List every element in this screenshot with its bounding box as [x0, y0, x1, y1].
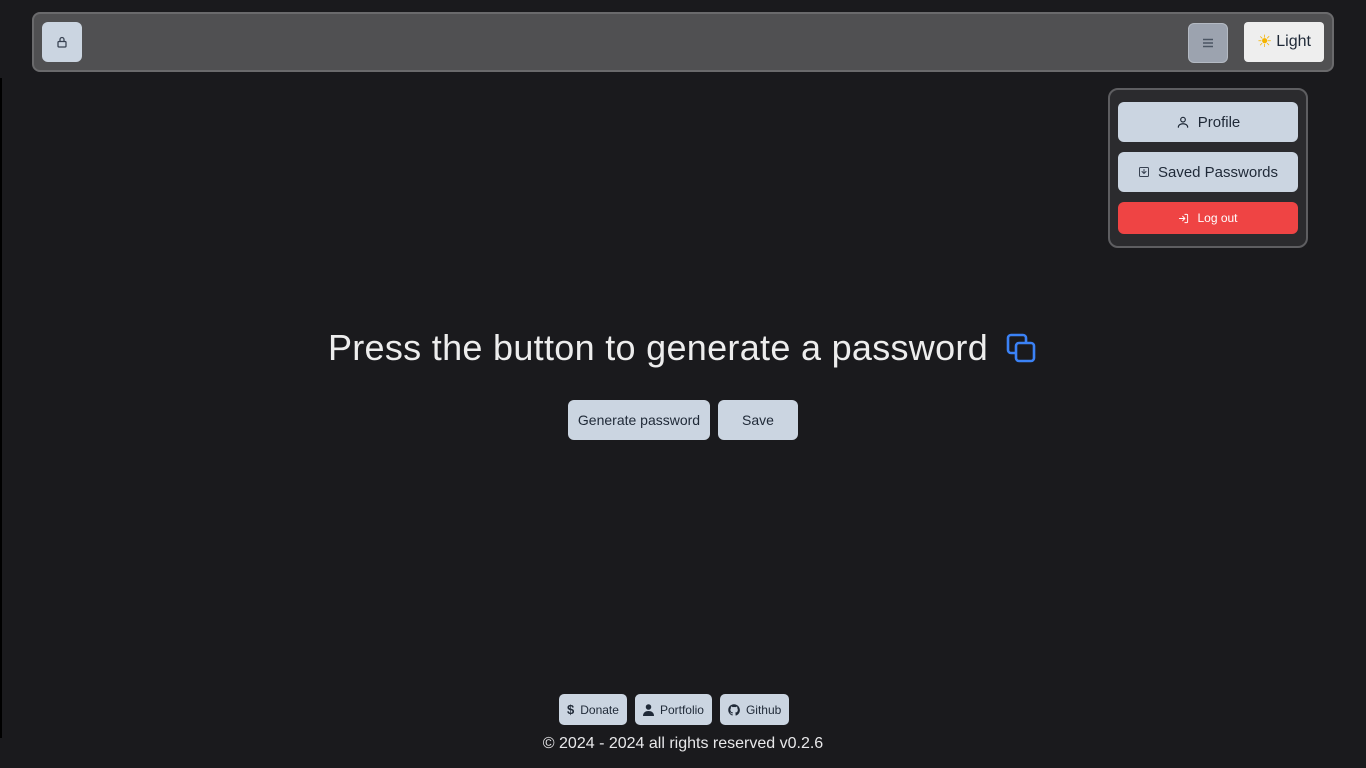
generate-password-button[interactable]: Generate password: [568, 400, 710, 440]
window-edge: [0, 78, 2, 738]
menu-toggle-button[interactable]: [1188, 23, 1228, 63]
menu-item-profile[interactable]: Profile: [1118, 102, 1298, 142]
user-dropdown-menu: Profile Saved Passwords Log out: [1108, 88, 1308, 248]
menu-item-logout[interactable]: Log out: [1118, 202, 1298, 234]
theme-toggle-button[interactable]: ☀ Light: [1244, 22, 1324, 62]
footer-link-label: Github: [745, 702, 782, 717]
copy-icon[interactable]: [1004, 331, 1038, 365]
top-navbar: ☀ Light: [32, 12, 1334, 72]
footer-link-label: Donate: [580, 702, 619, 717]
menu-item-saved-passwords[interactable]: Saved Passwords: [1118, 152, 1298, 192]
theme-label: Light: [1276, 33, 1311, 50]
copyright-text: © 2024 - 2024 all rights reserved v0.2.6: [542, 735, 824, 752]
footer-link-label: Portfolio: [659, 702, 704, 717]
sun-icon: ☀: [1257, 32, 1273, 51]
person-icon: [642, 703, 654, 716]
footer-links: $ Donate Portfolio Github: [559, 694, 790, 725]
hamburger-icon: [1202, 38, 1214, 48]
user-icon: [1176, 115, 1190, 129]
home-logo-button[interactable]: [42, 22, 82, 62]
github-link[interactable]: Github: [719, 694, 790, 725]
download-box-icon: [1138, 166, 1150, 178]
save-button[interactable]: Save: [718, 400, 798, 440]
lock-icon: [56, 36, 68, 48]
donate-link[interactable]: $ Donate: [559, 694, 627, 725]
menu-item-label: Profile: [1197, 113, 1241, 131]
portfolio-link[interactable]: Portfolio: [634, 694, 712, 725]
menu-item-label: Saved Passwords: [1157, 163, 1279, 181]
action-buttons: Generate password Save: [568, 400, 798, 440]
menu-item-label: Log out: [1197, 211, 1238, 225]
github-icon: [728, 703, 740, 716]
dollar-icon: $: [567, 702, 575, 717]
logout-icon: [1178, 213, 1189, 224]
password-heading: Press the button to generate a password: [327, 327, 989, 368]
password-display: Press the button to generate a password: [0, 322, 1366, 374]
